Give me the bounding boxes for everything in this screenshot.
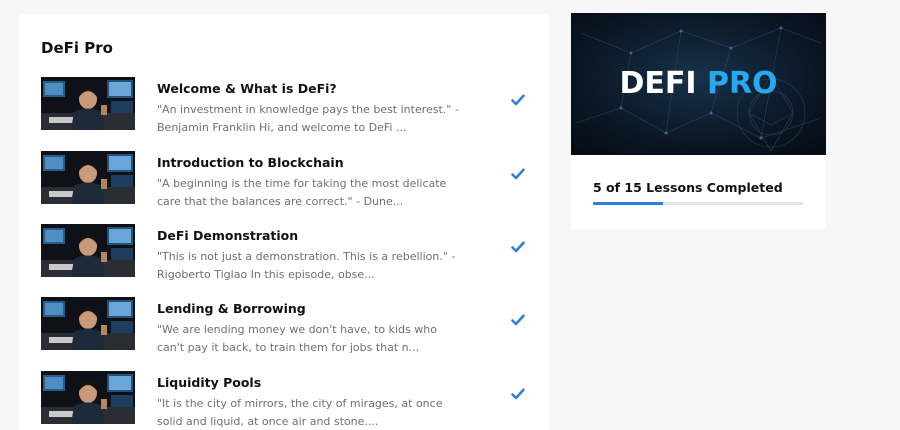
checkmark-icon bbox=[511, 94, 525, 106]
lesson-title[interactable]: Introduction to Blockchain bbox=[157, 155, 344, 170]
lesson-item[interactable]: DeFi Demonstration "This is not just a d… bbox=[41, 224, 531, 281]
lesson-title[interactable]: Lending & Borrowing bbox=[157, 301, 306, 316]
course-banner[interactable]: DEFI PRO bbox=[571, 13, 826, 155]
lesson-item[interactable]: Lending & Borrowing "We are lending mone… bbox=[41, 297, 531, 354]
course-progress-card: DEFI PRO 5 of 15 Lessons Completed bbox=[571, 13, 826, 229]
lessons-completed-label: 5 of 15 Lessons Completed bbox=[593, 180, 783, 195]
lesson-title[interactable]: DeFi Demonstration bbox=[157, 228, 298, 243]
lesson-description: "A beginning is the time for taking the … bbox=[157, 177, 447, 208]
lesson-description: "It is the city of mirrors, the city of … bbox=[157, 397, 443, 428]
lesson-title[interactable]: Welcome & What is DeFi? bbox=[157, 81, 337, 96]
checkmark-icon bbox=[511, 168, 525, 180]
lesson-item[interactable]: Introduction to Blockchain "A beginning … bbox=[41, 151, 531, 208]
lesson-thumbnail[interactable] bbox=[41, 371, 135, 424]
lesson-thumbnail[interactable] bbox=[41, 77, 135, 130]
progress-bar-fill bbox=[593, 202, 663, 205]
defi-pro-logo: DEFI PRO bbox=[619, 66, 778, 101]
lesson-description: "We are lending money we don't have, to … bbox=[157, 323, 437, 354]
lesson-thumbnail[interactable] bbox=[41, 151, 135, 204]
lesson-item[interactable]: Welcome & What is DeFi? "An investment i… bbox=[41, 77, 531, 134]
lesson-title[interactable]: Liquidity Pools bbox=[157, 375, 261, 390]
lesson-thumbnail[interactable] bbox=[41, 224, 135, 277]
lesson-item[interactable]: Liquidity Pools "It is the city of mirro… bbox=[41, 371, 531, 428]
course-title: DeFi Pro bbox=[41, 39, 113, 57]
checkmark-icon bbox=[511, 388, 525, 400]
progress-bar bbox=[593, 202, 803, 205]
lesson-description: "This is not just a demonstration. This … bbox=[157, 250, 456, 281]
course-card: DeFi Pro Welcome & What is DeFi? "An inv… bbox=[19, 14, 549, 430]
checkmark-icon bbox=[511, 314, 525, 326]
lesson-thumbnail[interactable] bbox=[41, 297, 135, 350]
lesson-description: "An investment in knowledge pays the bes… bbox=[157, 103, 459, 134]
checkmark-icon bbox=[511, 241, 525, 253]
